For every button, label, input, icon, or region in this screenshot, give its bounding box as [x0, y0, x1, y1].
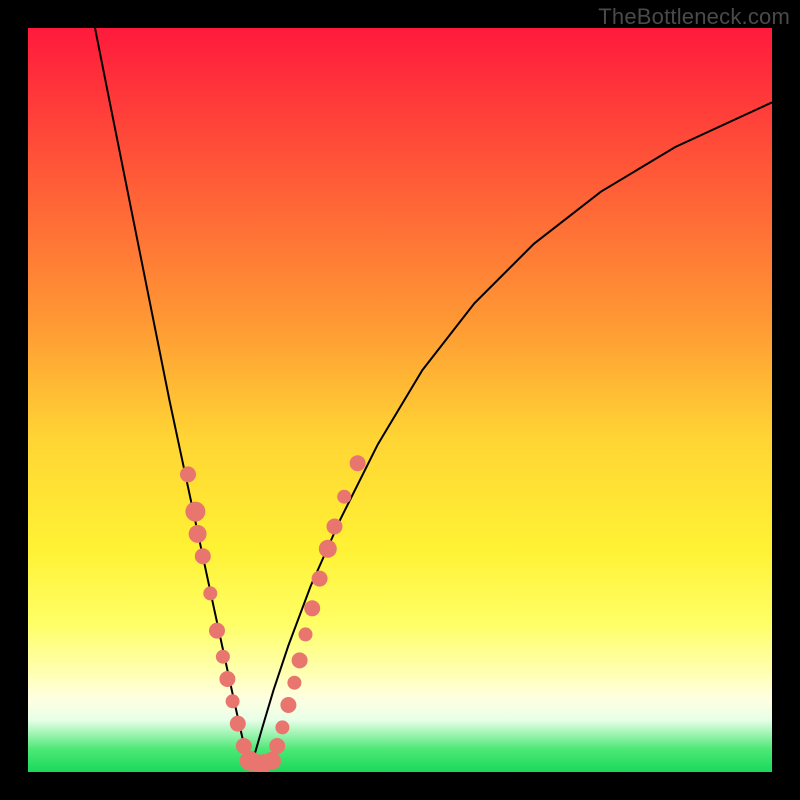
data-point: [299, 627, 313, 641]
data-point: [263, 752, 281, 770]
data-point: [304, 600, 320, 616]
data-point: [180, 466, 196, 482]
watermark-text: TheBottleneck.com: [598, 4, 790, 30]
data-point: [319, 540, 337, 558]
data-point: [216, 650, 230, 664]
data-point: [275, 720, 289, 734]
data-point: [219, 671, 235, 687]
data-point: [337, 490, 351, 504]
data-point: [269, 738, 285, 754]
data-point: [189, 525, 207, 543]
data-point: [203, 586, 217, 600]
data-point: [209, 623, 225, 639]
data-point: [287, 676, 301, 690]
data-point: [292, 652, 308, 668]
data-point: [195, 548, 211, 564]
data-point: [350, 455, 366, 471]
data-point: [185, 502, 205, 522]
data-point: [327, 519, 343, 535]
curves: [95, 28, 772, 768]
scatter-points: [180, 455, 366, 772]
chart-area: [28, 28, 772, 772]
curve-right-curve: [250, 102, 772, 768]
data-point: [226, 694, 240, 708]
plot-svg: [28, 28, 772, 772]
data-point: [230, 716, 246, 732]
data-point: [312, 571, 328, 587]
data-point: [280, 697, 296, 713]
